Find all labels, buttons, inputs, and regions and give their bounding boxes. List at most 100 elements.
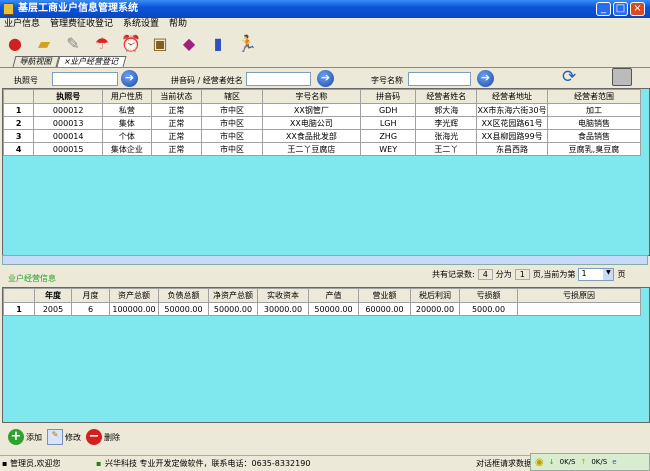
maximize-button[interactable]: □ xyxy=(613,2,628,16)
table-cell[interactable]: 个体 xyxy=(102,129,152,143)
col-output[interactable]: 产值 xyxy=(308,288,359,303)
col-district[interactable]: 辖区 xyxy=(201,89,263,104)
col-loss-reason[interactable]: 亏损原因 xyxy=(517,288,641,303)
table-cell[interactable]: 东昌西路 xyxy=(476,142,548,156)
table-cell[interactable]: 50000.00 xyxy=(308,302,359,316)
table-row[interactable]: 4 000015 集体企业 正常 市中区 王二丫豆腐店 WEY 王二丫 东昌西路 豆腐乳,臭豆腐 xyxy=(3,142,642,156)
tab-navigation[interactable]: 导航视图 xyxy=(12,56,60,67)
minimize-button[interactable]: _ xyxy=(596,2,611,16)
table-cell[interactable]: 张海光 xyxy=(415,129,478,143)
add-icon[interactable]: + xyxy=(8,429,24,445)
table-cell[interactable]: 6 xyxy=(71,302,110,316)
shop-name-input[interactable] xyxy=(408,72,471,86)
row-header[interactable]: 1 xyxy=(3,103,35,117)
refresh-icon[interactable]: ⟳ xyxy=(562,67,576,87)
table-cell[interactable]: 市中区 xyxy=(201,116,263,130)
col-scope[interactable]: 经营者范围 xyxy=(546,89,642,104)
gift-icon[interactable]: ▮ xyxy=(205,30,231,56)
table-cell[interactable]: GDH xyxy=(359,103,417,117)
col-year[interactable]: 年度 xyxy=(34,288,72,303)
table-cell[interactable]: 20000.00 xyxy=(410,302,460,316)
network-icon[interactable]: ● xyxy=(2,30,28,56)
col-loss[interactable]: 亏损额 xyxy=(459,288,518,303)
table-cell[interactable]: 50000.00 xyxy=(158,302,209,316)
row-header[interactable]: 1 xyxy=(3,302,35,316)
tab-business-registration[interactable]: ×业户经营登记 xyxy=(56,56,127,67)
delete-icon[interactable]: − xyxy=(86,429,102,445)
picture-icon[interactable]: ▣ xyxy=(147,30,173,56)
close-button[interactable]: × xyxy=(630,2,645,16)
table-cell[interactable]: 30000.00 xyxy=(257,302,309,316)
table-cell[interactable]: ZHG xyxy=(359,129,417,143)
table-cell[interactable]: 食品销售 xyxy=(546,129,642,143)
pinyin-search-button[interactable]: ➔ xyxy=(317,70,334,87)
table-cell[interactable]: 市中区 xyxy=(201,142,263,156)
table-cell[interactable]: 5000.00 xyxy=(459,302,518,316)
table-cell[interactable]: 郭大海 xyxy=(415,103,478,117)
table-cell[interactable]: LGH xyxy=(359,116,417,130)
alarm-clock-icon[interactable]: ⏰ xyxy=(118,30,144,56)
shop-search-button[interactable]: ➔ xyxy=(477,70,494,87)
table-cell[interactable]: XX钢管厂 xyxy=(261,103,361,117)
table-cell[interactable]: 000012 xyxy=(33,103,104,117)
table-cell[interactable]: 正常 xyxy=(150,129,203,143)
table-cell[interactable]: 正常 xyxy=(150,103,203,117)
table-cell[interactable]: 电脑销售 xyxy=(546,116,642,130)
edit-button[interactable]: 修改 xyxy=(65,432,81,443)
table-cell[interactable]: XX县柳园路99号 xyxy=(476,129,548,143)
col-revenue[interactable]: 营业额 xyxy=(358,288,411,303)
table-cell[interactable]: XX电脑公司 xyxy=(261,116,361,130)
license-search-button[interactable]: ➔ xyxy=(121,70,138,87)
table-row[interactable]: 3 000014 个体 正常 市中区 XX食品批发部 ZHG 张海光 XX县柳园路99号 食品销售 xyxy=(3,129,642,143)
table-cell[interactable]: 000014 xyxy=(33,129,104,143)
col-total-liabilities[interactable]: 负债总额 xyxy=(158,288,209,303)
col-owner[interactable]: 经营者姓名 xyxy=(415,89,478,104)
table-cell[interactable]: 60000.00 xyxy=(358,302,411,316)
col-license[interactable]: 执照号 xyxy=(33,89,104,104)
row-header[interactable]: 2 xyxy=(3,116,35,130)
col-pinyin[interactable]: 拼音码 xyxy=(359,89,417,104)
col-month[interactable]: 月度 xyxy=(71,288,110,303)
col-total-assets[interactable]: 资产总额 xyxy=(109,288,159,303)
help-book-icon[interactable]: ◆ xyxy=(176,30,202,56)
run-icon[interactable]: 🏃 xyxy=(234,30,260,56)
col-net-assets[interactable]: 净资产总额 xyxy=(208,288,258,303)
table-cell[interactable]: 集体 xyxy=(102,116,152,130)
umbrella-icon[interactable]: ☂ xyxy=(89,30,115,56)
table-cell[interactable]: 100000.00 xyxy=(109,302,159,316)
table-row[interactable]: 1 000012 私营 正常 市中区 XX钢管厂 GDH 郭大海 XX市东海六街30号 加工 xyxy=(3,103,642,117)
col-nature[interactable]: 用户性质 xyxy=(102,89,152,104)
delete-button[interactable]: 删除 xyxy=(104,432,120,443)
col-paid-capital[interactable]: 实收资本 xyxy=(257,288,309,303)
table-cell[interactable]: 000013 xyxy=(33,116,104,130)
col-shop-name[interactable]: 字号名称 xyxy=(261,89,361,104)
table-cell[interactable]: 市中区 xyxy=(201,129,263,143)
table-cell[interactable]: XX食品批发部 xyxy=(261,129,361,143)
table-cell[interactable]: 集体企业 xyxy=(102,142,152,156)
table-cell[interactable]: 豆腐乳,臭豆腐 xyxy=(546,142,642,156)
table-cell[interactable]: 2005 xyxy=(34,302,72,316)
table-cell[interactable]: 李光辉 xyxy=(415,116,478,130)
edit-doc-icon[interactable]: ✎ xyxy=(60,30,86,56)
horizontal-scrollbar[interactable] xyxy=(2,255,648,265)
table-cell[interactable]: 加工 xyxy=(546,103,642,117)
table-cell[interactable]: XX区花园路61号 xyxy=(476,116,548,130)
table-cell[interactable]: 王二丫豆腐店 xyxy=(261,142,361,156)
edit-icon[interactable]: ✎ xyxy=(47,429,63,445)
row-header[interactable]: 3 xyxy=(3,129,35,143)
folder-icon[interactable]: ▰ xyxy=(31,30,57,56)
col-net-profit[interactable]: 税后利润 xyxy=(410,288,460,303)
add-button[interactable]: 添加 xyxy=(26,432,42,443)
license-input[interactable] xyxy=(52,72,118,86)
table-cell[interactable]: XX市东海六街30号 xyxy=(476,103,548,117)
table-cell[interactable]: 王二丫 xyxy=(415,142,478,156)
table-cell[interactable]: 市中区 xyxy=(201,103,263,117)
row-header[interactable]: 4 xyxy=(3,142,35,156)
table-cell[interactable]: WEY xyxy=(359,142,417,156)
table-cell[interactable]: 000015 xyxy=(33,142,104,156)
col-address[interactable]: 经营者地址 xyxy=(476,89,548,104)
table-row[interactable]: 2 000013 集体 正常 市中区 XX电脑公司 LGH 李光辉 XX区花园路61号 电脑销售 xyxy=(3,116,642,130)
pinyin-input[interactable] xyxy=(246,72,311,86)
menu-business-info[interactable]: 业户信息 xyxy=(4,19,40,29)
page-select[interactable]: 1 ▼ xyxy=(578,268,615,281)
